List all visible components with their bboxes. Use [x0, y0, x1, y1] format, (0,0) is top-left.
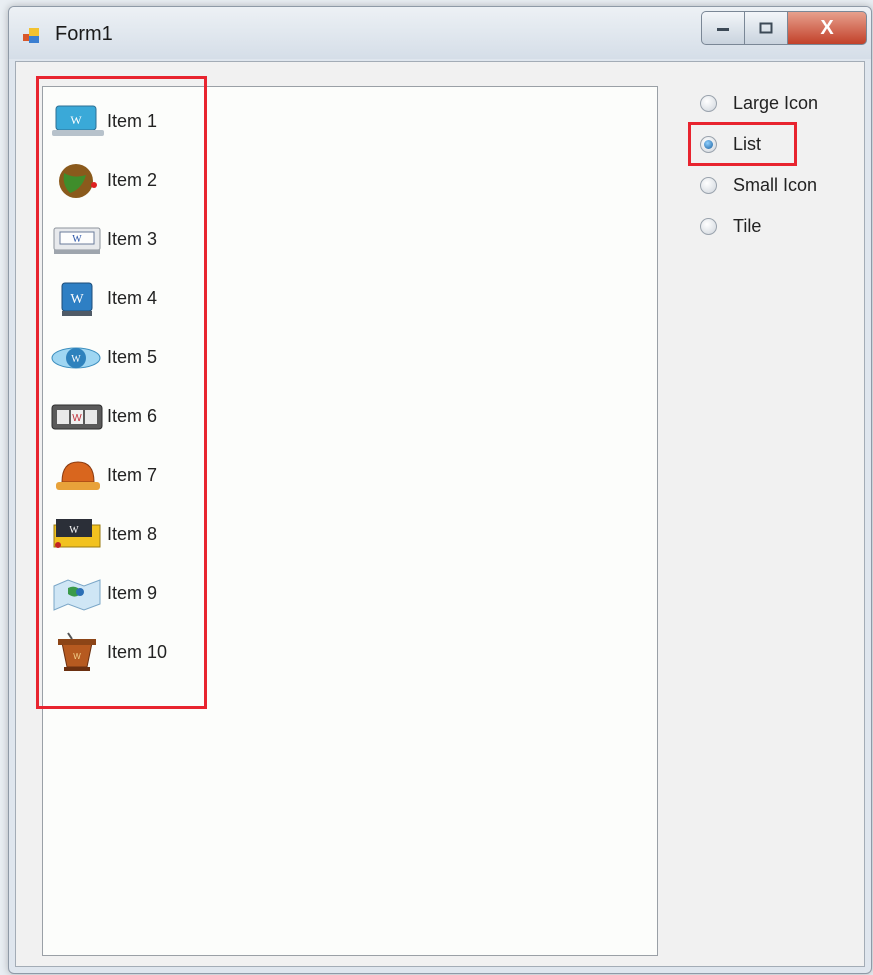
maximize-button[interactable] — [744, 11, 787, 45]
radio-label: Large Icon — [733, 92, 819, 113]
radio-highlight-box — [688, 122, 797, 166]
radio-label: Tile — [733, 215, 762, 236]
minimize-button[interactable] — [701, 11, 744, 45]
radio-large-icon[interactable]: Large Icon — [700, 90, 850, 116]
window-title: Form1 — [55, 23, 113, 45]
title-bar[interactable]: Form1 X — [9, 7, 871, 59]
form-client-area: W Item 1 Item 2 W Item 3 W Item 4 W Item 5 W Item … — [15, 61, 865, 967]
close-icon: X — [820, 16, 834, 39]
radio-small-icon[interactable]: Small Icon — [700, 172, 850, 198]
list-highlight-box — [36, 76, 207, 709]
form-icon — [23, 28, 39, 43]
radio-button-dot[interactable] — [700, 217, 717, 235]
minimize-icon — [717, 28, 729, 31]
radio-label: Small Icon — [733, 174, 818, 195]
radio-tile[interactable]: Tile — [700, 213, 850, 239]
radio-button-dot[interactable] — [700, 176, 717, 194]
radio-button-dot[interactable] — [700, 94, 717, 112]
form-window: Form1 X W Item 1 Item 2 W Item 3 W Item 4 W Item… — [8, 6, 872, 974]
maximize-icon — [759, 22, 773, 34]
close-button[interactable]: X — [787, 11, 867, 45]
caption-buttons: X — [701, 11, 867, 45]
